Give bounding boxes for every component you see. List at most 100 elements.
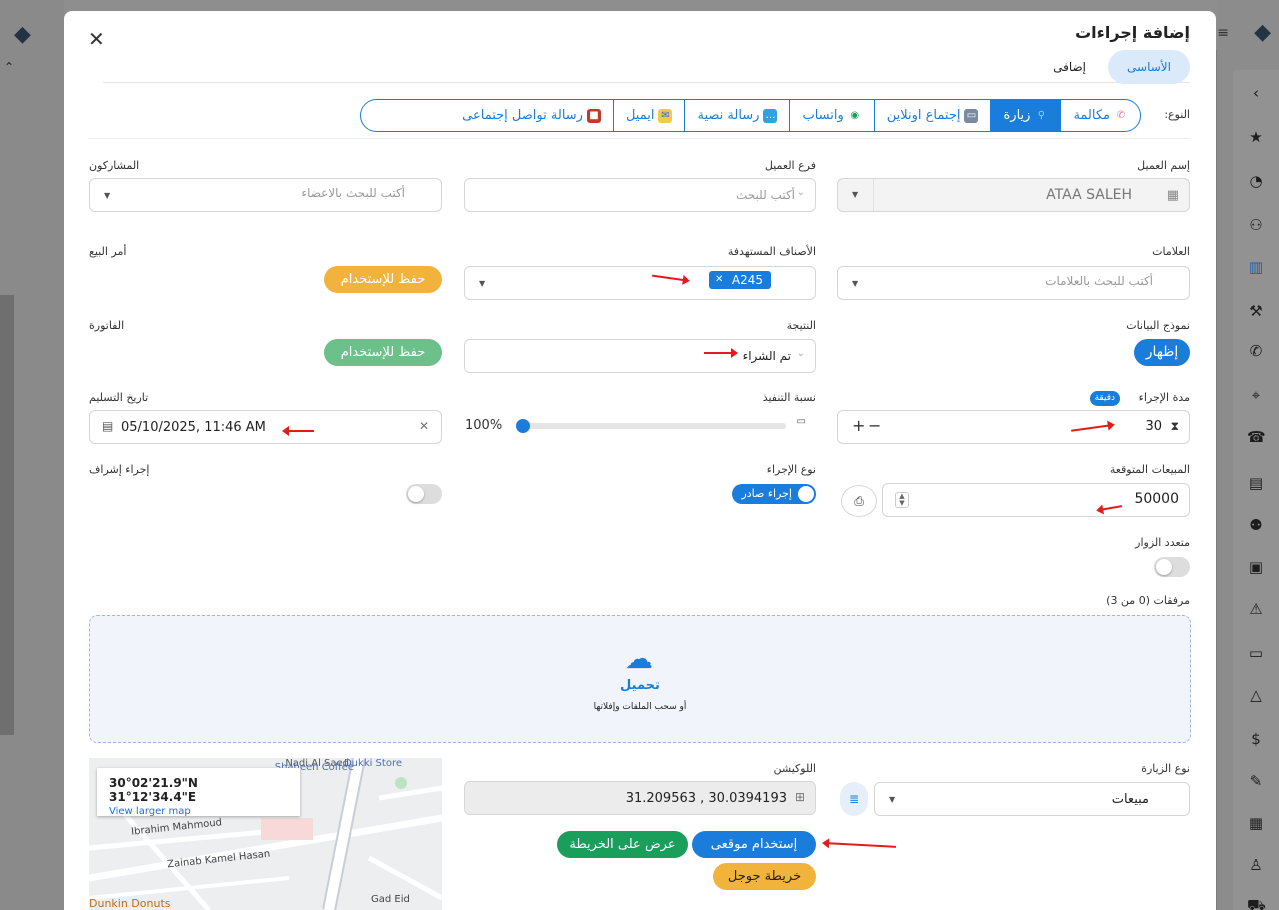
car-icon[interactable]: ⛟ [1247,896,1266,910]
action-type-label: نوع الإجراء [766,463,816,476]
use-my-location-button[interactable]: إستخدام موقعى [692,831,816,858]
video-icon[interactable]: ▭ [1247,644,1265,662]
multi-visitors-label: متعدد الزوار [1135,536,1190,549]
type-option-call[interactable]: ✆ مكالمة [1060,100,1140,131]
team-icon[interactable]: ⚉ [1247,516,1265,534]
location-field[interactable]: ⊞ 31.209563 , 30.0394193 [464,781,816,815]
building-icon: ▦ [1166,188,1179,203]
phone-icon: ✆ [1116,109,1126,121]
star-icon[interactable]: ★ [1247,128,1265,146]
show-on-map-button[interactable]: عرض على الخريطة [557,831,688,858]
invoice-icon[interactable]: $ [1247,730,1265,748]
delivery-date-field[interactable]: ▤ 05/10/2025, 11:46 AM ✕ [89,410,442,444]
tags-label: العلامات [1152,245,1190,258]
calculator-button[interactable]: ⎙ [841,485,877,517]
logo-icon-right: ◆ [1254,20,1271,45]
customer-name-field[interactable]: ▦ ATAA SALEH ▼ [837,178,1190,212]
building-icon[interactable]: ▥ [1247,258,1265,276]
map-pin-icon: ⚲ [1037,109,1046,121]
chevron-up-icon: ⌃ [4,60,15,74]
number-spinner-icon[interactable]: ▲ ▼ [895,492,909,508]
scrollbar[interactable] [0,295,14,735]
toggle-knob [1156,559,1172,575]
data-form-show-button[interactable]: إظهار [1134,339,1190,366]
customer-branch-label: فرع العميل [764,159,816,172]
user-icon[interactable]: ♙ [1247,856,1265,874]
menu-icon[interactable]: ≡ [1217,25,1229,41]
action-type-toggle[interactable]: إجراء صادر [732,484,816,504]
expected-sales-field[interactable]: 50000 ▲ ▼ [882,483,1190,517]
multi-visitors-toggle[interactable] [1154,557,1190,577]
slider-handle[interactable] [516,419,530,433]
contract-icon[interactable]: ▦ [1247,814,1265,832]
category-chip[interactable]: A245 ✕ [709,271,771,289]
type-option-social[interactable]: ■ رسالة تواصل إجتماعى [450,100,613,131]
map-coordinates: 30°02'21.9"N 31°12'34.4"E [109,776,198,804]
result-value: تم الشراء [742,349,791,363]
increase-button[interactable]: + [852,416,865,435]
target-icon[interactable]: ⌖ [1247,386,1265,404]
participants-field[interactable]: أكتب للبحث بالاعضاء ▼ [89,178,442,212]
tools-icon[interactable]: ⚒ [1247,302,1265,320]
sales-order-save-button[interactable]: حفظ للإستخدام [324,266,442,293]
caret-down-icon: ▼ [479,279,486,288]
type-option-sms[interactable]: … رسالة نصية [684,100,789,131]
telephone-icon[interactable]: ☎ [1247,428,1266,446]
type-option-visit[interactable]: ⚲ زيارة [990,100,1061,131]
google-map-button[interactable]: خريطة جوجل [713,863,816,890]
attachments-dropzone[interactable]: ☁ تحميل أو سحب الملفات وإفلاتها [89,615,1191,743]
attachments-label: مرفقات (0 من 3) [1106,594,1190,607]
visit-type-field[interactable]: مبيعات ▼ [874,782,1190,816]
hourglass-icon: ⧗ [1170,419,1179,433]
invoice-save-button[interactable]: حفظ للإستخدام [324,339,442,366]
warning-icon[interactable]: ⚠ [1247,600,1265,618]
duration-value: 30 [1145,419,1162,434]
calendar-icon[interactable]: ▤ [1247,474,1265,492]
caret-down-icon: ▼ [852,190,859,199]
duration-field[interactable]: ⧗ 30 + − [837,410,1190,444]
annotation-arrow [282,426,314,436]
divider [88,138,1190,139]
chip-remove-icon[interactable]: ✕ [715,271,723,289]
dashboard-icon[interactable]: ◔ [1247,172,1265,190]
close-icon[interactable]: ✕ [88,29,105,49]
list-icon-button[interactable]: ≣ [840,782,868,816]
supervision-toggle[interactable] [406,484,442,504]
tab-basic[interactable]: الأساسى [1108,50,1190,84]
section-tabs: الأساسى إضافى [103,50,1190,84]
expected-sales-value: 50000 [1134,491,1179,507]
type-option-whatsapp[interactable]: ◉ واتساب [789,100,873,131]
annotation-arrow [825,842,897,848]
clear-icon[interactable]: ✕ [419,419,429,433]
phone-icon[interactable]: ✆ [1247,342,1265,360]
logo-icon: ◆ [14,22,31,47]
pen-icon[interactable]: ✎ [1247,772,1265,790]
presentation-icon: ▭ [964,108,979,123]
users-icon[interactable]: ⚇ [1247,216,1265,234]
duration-label: مدة الإجراء [1138,391,1190,404]
background-left: ◆ ⌃ [0,0,64,910]
chevron-left-icon[interactable]: ‹ [1247,84,1265,102]
social-icon: ■ [586,108,601,123]
target-categories-field[interactable]: A245 ✕ ▼ [464,266,816,300]
completion-slider[interactable] [516,419,786,433]
type-label: النوع: [1164,108,1190,121]
type-option-online-meeting[interactable]: ▭ إجتماع اونلاين [873,100,991,131]
tags-field[interactable]: أكتب للبحث بالعلامات ▼ [837,266,1190,300]
decrease-button[interactable]: − [868,416,881,435]
side-rail: ‹ ★ ◔ ⚇ ▥ ⚒ ✆ ⌖ ☎ ▤ ⚉ ▣ ⚠ ▭ △ $ ✎ ▦ ♙ ⛟ [1233,70,1279,910]
triangle-icon[interactable]: △ [1247,686,1265,704]
money-icon[interactable]: ▣ [1247,558,1265,576]
invoice-label: الفاتورة [89,319,125,332]
embedded-map[interactable]: Nadi Al Saed Dukki Store Shaheen Coffee … [89,758,442,910]
chevron-down-icon: ⌄ [796,348,805,359]
customer-branch-placeholder: أكتب للبحث [735,188,795,202]
delivery-date-value: 05/10/2025, 11:46 AM [121,420,266,435]
customer-name-value: ATAA SALEH [1046,187,1132,203]
type-option-email[interactable]: ✉ ايميل [612,100,685,131]
tab-extra[interactable]: إضافى [1053,60,1086,74]
result-field[interactable]: تم الشراء ⌄ [464,339,816,373]
customer-branch-field[interactable]: أكتب للبحث ⌄ [464,178,816,212]
view-larger-map-link[interactable]: View larger map [109,806,288,817]
customer-dropdown-toggle[interactable]: ▼ [838,179,874,211]
